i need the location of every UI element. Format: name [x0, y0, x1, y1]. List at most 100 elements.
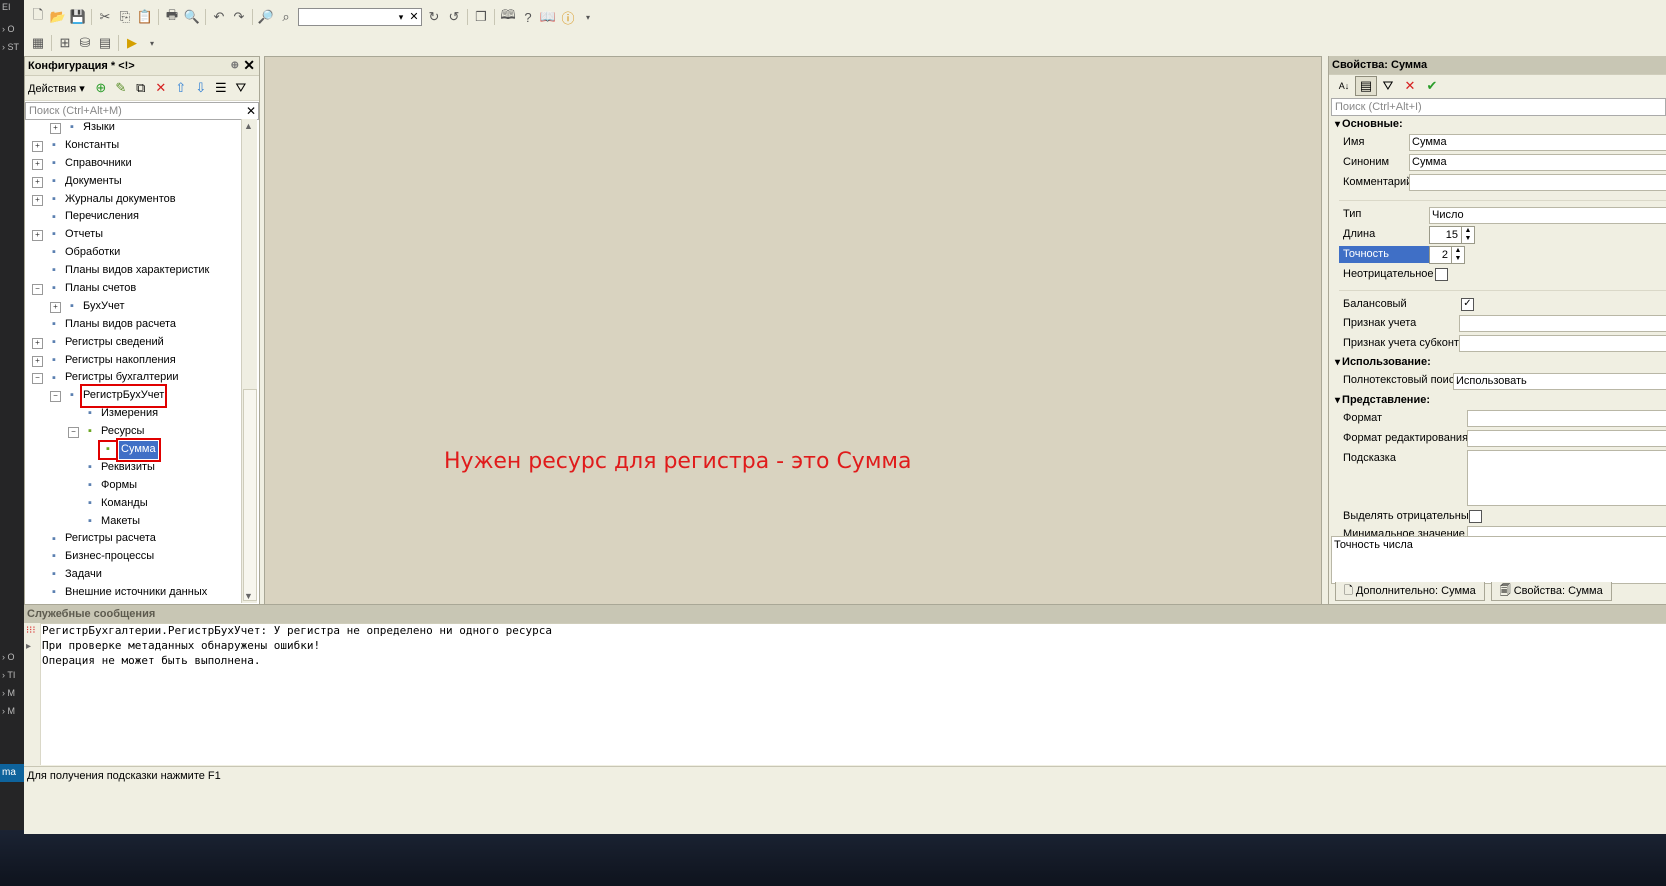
- message-line[interactable]: При проверке метаданных обнаружены ошибк…: [42, 639, 320, 652]
- apply-icon[interactable]: ✔: [1421, 76, 1443, 96]
- comment-field[interactable]: [1409, 174, 1666, 191]
- tree-item[interactable]: ▪ Измерения: [25, 405, 243, 423]
- move-down-icon[interactable]: ⇩: [191, 79, 211, 97]
- tree-item[interactable]: + ▪ Регистры накопления: [25, 352, 243, 370]
- paste-icon[interactable]: 📋: [135, 7, 155, 27]
- stepper-arrows-icon[interactable]: ▲ ▼: [1451, 247, 1464, 263]
- tree-scrollbar[interactable]: ▲ ▼: [241, 119, 257, 603]
- nonnegative-checkbox[interactable]: [1435, 268, 1448, 281]
- close-icon[interactable]: ✕: [243, 56, 255, 74]
- subconto-flag-field[interactable]: [1459, 335, 1666, 352]
- tree-item[interactable]: − ▪ Ресурсы: [25, 423, 243, 441]
- open-folder-icon[interactable]: 📂: [48, 7, 68, 27]
- tree-item[interactable]: + ▪ БухУчет: [25, 298, 243, 316]
- properties-search-input[interactable]: Поиск (Ctrl+Alt+I): [1331, 98, 1666, 116]
- undo-icon[interactable]: ↶: [209, 7, 229, 27]
- cut-icon[interactable]: ✂: [95, 7, 115, 27]
- toolbar-more-icon[interactable]: ▾: [578, 7, 598, 27]
- expand-icon[interactable]: +: [50, 123, 61, 134]
- expand-arrow-icon[interactable]: ▸: [26, 641, 31, 652]
- save-icon[interactable]: 💾: [68, 7, 88, 27]
- search-combo[interactable]: ▾ ✕: [298, 8, 422, 26]
- collapse-icon[interactable]: −: [32, 284, 43, 296]
- database-icon[interactable]: ⛁: [75, 33, 95, 53]
- tab-properties[interactable]: 🗐 Свойства: Сумма: [1490, 582, 1612, 601]
- configuration-search-input[interactable]: Поиск (Ctrl+Alt+M) ✕: [25, 102, 259, 120]
- format-field[interactable]: [1467, 410, 1666, 427]
- scroll-down-icon[interactable]: ▼: [244, 591, 253, 601]
- collapse-icon[interactable]: −: [32, 373, 43, 385]
- expand-icon[interactable]: +: [32, 194, 43, 206]
- synonym-field[interactable]: Сумма: [1409, 154, 1666, 171]
- tree-item[interactable]: ▪ Задачи: [25, 566, 243, 584]
- delete-icon[interactable]: ✕: [151, 79, 171, 97]
- tree-item[interactable]: ▪ Макеты: [25, 513, 243, 531]
- tree-item[interactable]: − ▪ РегистрБухУчет: [25, 384, 243, 409]
- tree-item[interactable]: − ▪ Регистры бухгалтерии: [25, 369, 243, 387]
- tooltip-field[interactable]: [1467, 450, 1666, 506]
- sort-alpha-icon[interactable]: A↓: [1333, 76, 1355, 96]
- fulltext-field[interactable]: Использовать: [1453, 373, 1666, 390]
- tree-item[interactable]: ▪ Регистры расчета: [25, 530, 243, 548]
- expand-icon[interactable]: +: [32, 176, 43, 188]
- run-menu-icon[interactable]: ▾: [142, 33, 162, 53]
- tree-item[interactable]: + ▪ Документы: [25, 173, 243, 191]
- tree-item[interactable]: ▪ Планы видов расчета: [25, 316, 243, 334]
- find-in-tree-icon[interactable]: 🔎: [256, 7, 276, 27]
- group-usage[interactable]: Использование:: [1335, 356, 1431, 368]
- search-icon[interactable]: ⌕: [276, 7, 296, 27]
- actions-menu-button[interactable]: Действия ▾: [28, 82, 85, 95]
- tree-item[interactable]: ▪ Внешние источники данных: [25, 584, 243, 602]
- move-up-icon[interactable]: ⇧: [171, 79, 191, 97]
- run-debug-icon[interactable]: ▶: [122, 33, 142, 53]
- tree-item[interactable]: ▪ Бизнес-процессы: [25, 548, 243, 566]
- expand-icon[interactable]: +: [32, 337, 43, 349]
- accounting-flag-field[interactable]: [1459, 315, 1666, 332]
- tree-item[interactable]: ▪ Планы видов характеристик: [25, 262, 243, 280]
- tree-item[interactable]: + ▪ Справочники: [25, 155, 243, 173]
- tree-item[interactable]: + ▪ Журналы документов: [25, 191, 243, 209]
- print-icon[interactable]: 🖶: [162, 7, 182, 27]
- find-next-icon[interactable]: ↻: [424, 7, 444, 27]
- chevron-down-icon[interactable]: ▾: [395, 9, 407, 25]
- categorized-icon[interactable]: ▤: [1355, 76, 1377, 96]
- type-field[interactable]: Число: [1429, 207, 1666, 224]
- length-stepper[interactable]: 15 ▲ ▼: [1429, 226, 1475, 244]
- name-field[interactable]: Сумма: [1409, 134, 1666, 151]
- cancel-icon[interactable]: ✕: [1399, 76, 1421, 96]
- help-search-icon[interactable]: ?: [518, 7, 538, 27]
- clear-icon[interactable]: ✕: [407, 9, 421, 25]
- windows-icon[interactable]: ❐: [471, 7, 491, 27]
- pin-icon[interactable]: ⊕: [231, 57, 239, 75]
- tree-item[interactable]: ▪ Реквизиты: [25, 459, 243, 477]
- group-main[interactable]: Основные:: [1335, 118, 1403, 130]
- tree-item[interactable]: ▪ Команды: [25, 495, 243, 513]
- tree-item[interactable]: + ▪ Отчеты: [25, 226, 243, 244]
- expand-icon[interactable]: +: [32, 158, 43, 170]
- scroll-up-icon[interactable]: ▲: [244, 121, 253, 131]
- stepper-arrows-icon[interactable]: ▲ ▼: [1461, 227, 1474, 243]
- tree-item[interactable]: + ▪ Языки: [25, 119, 243, 137]
- new-file-icon[interactable]: 🗋: [28, 7, 48, 27]
- expand-icon[interactable]: +: [32, 355, 43, 367]
- find-prev-icon[interactable]: ↺: [444, 7, 464, 27]
- config-icon[interactable]: ⊞: [55, 33, 75, 53]
- message-line[interactable]: РегистрБухгалтерии.РегистрБухУчет: У рег…: [42, 624, 552, 637]
- collapse-icon[interactable]: −: [68, 427, 79, 439]
- message-line[interactable]: Операция не может быть выполнена.: [42, 654, 261, 667]
- copy-item-icon[interactable]: ⧉: [131, 79, 151, 97]
- redo-icon[interactable]: ↷: [229, 7, 249, 27]
- tree-item[interactable]: + ▪ Регистры сведений: [25, 334, 243, 352]
- tab-additional[interactable]: 🗋 Дополнительно: Сумма: [1335, 582, 1485, 601]
- print-preview-icon[interactable]: 🔍: [182, 7, 202, 27]
- copy-icon[interactable]: ⎘: [115, 7, 135, 27]
- tree-item[interactable]: + ▪ Константы: [25, 137, 243, 155]
- precision-stepper[interactable]: 2 ▲ ▼: [1429, 246, 1465, 264]
- syntax-helper-icon[interactable]: 🕮: [498, 7, 518, 27]
- info-icon[interactable]: ⓘ: [558, 7, 578, 27]
- expand-icon[interactable]: +: [50, 301, 61, 313]
- calculator-icon[interactable]: ▦: [28, 33, 48, 53]
- tree-item[interactable]: − ▪ Планы счетов: [25, 280, 243, 298]
- group-presentation[interactable]: Представление:: [1335, 394, 1430, 406]
- filter-icon[interactable]: ⛛: [231, 79, 251, 97]
